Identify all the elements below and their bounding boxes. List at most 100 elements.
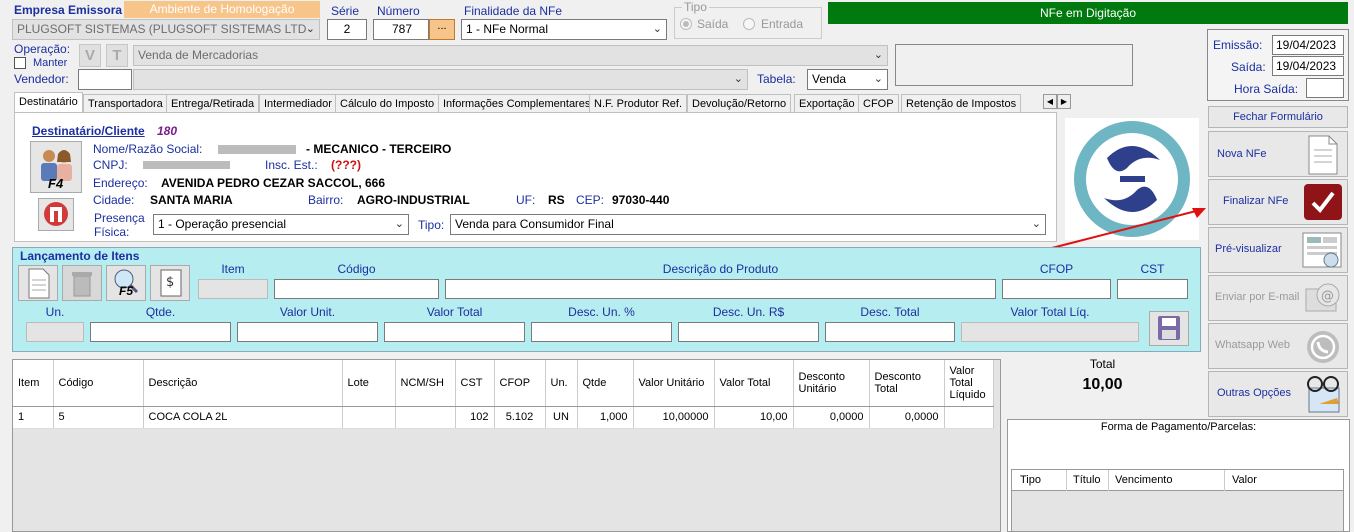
col-ncm[interactable]: NCM/SH [395, 360, 456, 407]
cfop-input[interactable] [1002, 279, 1111, 299]
col-cst[interactable]: CST [455, 360, 495, 407]
tab-exportacao[interactable]: Exportação [794, 94, 860, 113]
desc-total-input[interactable] [825, 322, 955, 342]
tab-intermediador[interactable]: Intermediador [259, 94, 337, 113]
t-button[interactable]: T [106, 44, 128, 67]
whatsapp-icon [1307, 331, 1339, 363]
numero-input[interactable]: 787 [373, 19, 429, 40]
destinatario-title-link[interactable]: Destinatário/Cliente [32, 124, 145, 138]
col-desconto-total[interactable]: Desconto Total [869, 360, 945, 407]
cell-qtde: 1,000 [577, 406, 634, 429]
exit-icon [44, 202, 68, 226]
v-button[interactable]: V [79, 44, 101, 67]
hora-saida-input[interactable] [1306, 78, 1344, 98]
whatsapp-web-button[interactable]: Whatsapp Web [1208, 323, 1348, 369]
fechar-formulario-button[interactable]: Fechar Formulário [1208, 106, 1348, 128]
outras-opcoes-button[interactable]: Outras Opções [1208, 371, 1348, 417]
col-lote[interactable]: Lote [342, 360, 396, 407]
item-delete-button[interactable] [62, 265, 102, 301]
codigo-input[interactable] [274, 279, 439, 299]
tab-entrega-retirada[interactable]: Entrega/Retirada [166, 94, 260, 113]
valor-total-input[interactable] [384, 322, 525, 342]
cell-valor-unitario: 10,00000 [633, 406, 715, 429]
tipo-consumidor-select[interactable]: Venda para Consumidor Final ⌄ [450, 214, 1046, 235]
nome-redacted [218, 145, 296, 154]
descricao-input[interactable] [445, 279, 996, 299]
col-desconto-unitario[interactable]: Desconto Unitário [793, 360, 870, 407]
pagamento-col-tipo[interactable]: Tipo [1012, 470, 1067, 491]
tipo-entrada-radio[interactable] [743, 18, 755, 30]
operacao-select[interactable]: Venda de Mercadorias ⌄ [133, 45, 888, 66]
nova-nfe-button[interactable]: Nova NFe [1208, 131, 1348, 177]
tipo-saida-radio[interactable] [680, 18, 692, 30]
cell-un: UN [545, 406, 578, 429]
numero-lookup-button[interactable]: ... [429, 19, 455, 40]
table-row[interactable]: 1 5 COCA COLA 2L 102 5.102 UN 1,000 10,0… [13, 406, 994, 429]
items-grid: Item Código Descrição Lote NCM/SH CST CF… [13, 360, 994, 429]
pre-visualizar-button[interactable]: Pré-visualizar [1208, 227, 1348, 273]
col-item[interactable]: Item [13, 360, 54, 407]
emissao-input[interactable]: 19/04/2023 [1272, 35, 1344, 55]
item-new-button[interactable] [18, 265, 58, 301]
tab-devolucao-retorno[interactable]: Devolução/Retorno [687, 94, 792, 113]
valor-total-liq-input[interactable] [961, 322, 1139, 342]
tab-calculo-imposto[interactable]: Cálculo do Imposto [335, 94, 440, 113]
qtde-input[interactable] [90, 322, 231, 342]
col-valor-unitario[interactable]: Valor Unitário [633, 360, 715, 407]
bairro-value: AGRO-INDUSTRIAL [357, 193, 470, 207]
cliente-lookup-button[interactable]: F4 [30, 141, 82, 193]
pagamento-title: Forma de Pagamento/Parcelas: [1100, 421, 1257, 433]
tab-transportadora[interactable]: Transportadora [83, 94, 168, 113]
item-label: Item [221, 262, 245, 276]
col-descricao[interactable]: Descrição [143, 360, 343, 407]
chevron-down-icon: ⌄ [873, 73, 883, 85]
desc-un-pct-input[interactable] [531, 322, 672, 342]
cell-cst: 102 [455, 406, 495, 429]
col-valor-total-liquido[interactable]: Valor Total Líquido [944, 360, 994, 407]
desc-un-rs-input[interactable] [678, 322, 819, 342]
tabela-select[interactable]: Venda ⌄ [807, 69, 888, 90]
valor-unit-input[interactable] [237, 322, 378, 342]
presenca-select[interactable]: 1 - Operação presencial ⌄ [153, 214, 409, 235]
pre-visualizar-label: Pré-visualizar [1215, 243, 1282, 255]
cell-descricao: COCA COLA 2L [143, 406, 343, 429]
tab-scroll-right-button[interactable]: ▶ [1057, 94, 1071, 109]
item-input[interactable] [198, 279, 268, 299]
whatsapp-web-label: Whatsapp Web [1215, 339, 1291, 351]
col-valor-total[interactable]: Valor Total [714, 360, 794, 407]
item-price-button[interactable]: $ [150, 265, 190, 301]
col-un[interactable]: Un. [545, 360, 578, 407]
finalizar-nfe-button[interactable]: Finalizar NFe [1208, 179, 1348, 225]
cnpj-redacted [143, 161, 230, 169]
item-search-button[interactable]: F5 [106, 265, 146, 301]
desc-total-label: Desc. Total [860, 305, 920, 319]
tab-cfop[interactable]: CFOP [858, 94, 899, 113]
tab-retencao-impostos[interactable]: Retenção de Impostos [901, 94, 1022, 113]
vendedor-label: Vendedor: [14, 72, 69, 86]
tab-nf-produtor-ref[interactable]: N.F. Produtor Ref. [589, 94, 688, 113]
cst-input[interactable] [1117, 279, 1188, 299]
tab-informacoes-complementares[interactable]: Informações Complementares [438, 94, 596, 113]
col-cfop[interactable]: CFOP [494, 360, 546, 407]
serie-input[interactable]: 2 [327, 19, 367, 40]
col-codigo[interactable]: Código [53, 360, 144, 407]
enviar-email-button[interactable]: Enviar por E-mail @ [1208, 275, 1348, 321]
pagamento-col-titulo[interactable]: Título [1067, 470, 1109, 491]
info-box [895, 44, 1133, 86]
cliente-action-button[interactable] [38, 198, 74, 231]
save-item-button[interactable] [1149, 311, 1189, 346]
finalidade-select[interactable]: 1 - NFe Normal ⌄ [461, 19, 667, 40]
operacao-label: Operação: [14, 42, 71, 56]
tab-scroll-left-button[interactable]: ◀ [1043, 94, 1057, 109]
vendedor-code-input[interactable] [78, 69, 132, 90]
vendedor-select[interactable]: ⌄ [133, 69, 748, 90]
pagamento-col-vencimento[interactable]: Vencimento [1109, 470, 1225, 491]
empresa-select[interactable]: PLUGSOFT SISTEMAS (PLUGSOFT SISTEMAS LTD… [12, 19, 320, 40]
saida-input[interactable]: 19/04/2023 [1272, 56, 1344, 76]
manter-checkbox[interactable] [14, 57, 26, 69]
un-input[interactable] [26, 322, 84, 342]
col-qtde[interactable]: Qtde [577, 360, 634, 407]
pagamento-col-valor[interactable]: Valor [1225, 470, 1343, 491]
valor-unit-label: Valor Unit. [279, 305, 336, 319]
tab-destinatario[interactable]: Destinatário [14, 92, 83, 113]
